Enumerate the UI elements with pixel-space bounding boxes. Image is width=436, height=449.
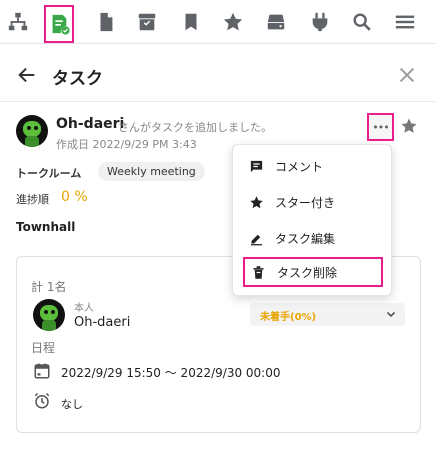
file-icon[interactable] — [92, 8, 120, 36]
delete-icon — [250, 264, 266, 280]
menu-item-label: タスク編集 — [275, 231, 336, 246]
room-chip[interactable]: Weekly meeting — [98, 162, 205, 181]
room-label: トークルーム — [16, 167, 82, 180]
menu-item-delete[interactable]: タスク削除 — [243, 257, 383, 287]
plugin-icon[interactable] — [306, 8, 334, 36]
alarm-icon — [34, 392, 50, 409]
assignee-avatar — [33, 299, 65, 331]
menu-item-label: コメント — [275, 159, 324, 174]
author-name[interactable]: Oh-daeri — [56, 116, 124, 132]
bookmark-icon[interactable] — [177, 8, 205, 36]
schedule-label: 日程 — [31, 341, 56, 355]
more-options-button[interactable]: ••• — [367, 113, 394, 141]
status-dropdown[interactable]: 未着手(0%) — [250, 303, 405, 326]
search-icon[interactable] — [348, 8, 376, 36]
author-avatar — [16, 115, 48, 147]
storage-icon[interactable] — [262, 8, 290, 36]
date-range: 2022/9/29 15:50 ～ 2022/9/30 00:00 — [61, 366, 281, 380]
more-options-menu: コメント スター付き タスク編集 タスク削除 — [232, 144, 392, 296]
back-arrow-icon[interactable] — [16, 64, 38, 86]
menu-item-label: タスク削除 — [277, 265, 338, 280]
progress-value: 0 % — [61, 189, 88, 205]
edit-icon — [248, 230, 264, 246]
star-icon[interactable] — [219, 8, 247, 36]
created-date: 作成日 2022/9/29 PM 3:43 — [56, 138, 197, 151]
action-text: さんがタスクを追加しました。 — [118, 121, 272, 134]
top-toolbar — [0, 0, 436, 44]
menu-item-edit[interactable]: タスク編集 — [243, 223, 383, 253]
page-title: タスク — [52, 69, 103, 89]
reminder-value: なし — [61, 398, 83, 411]
menu-item-comment[interactable]: コメント — [243, 151, 383, 181]
chevron-down-icon — [387, 312, 395, 317]
assignee-name: Oh-daeri — [74, 315, 131, 330]
progress-label: 進捗順 — [16, 193, 49, 206]
task-title: Townhall — [16, 220, 76, 234]
close-icon[interactable] — [396, 64, 418, 86]
assignee-role: 本人 — [74, 303, 94, 314]
org-chart-icon[interactable] — [4, 8, 32, 36]
comment-icon — [248, 158, 264, 174]
assignee-count: 計 1名 — [31, 280, 67, 294]
star-icon — [248, 194, 264, 210]
favorite-star-icon[interactable] — [400, 117, 418, 135]
panel-header: タスク — [0, 48, 436, 102]
menu-item-star[interactable]: スター付き — [243, 187, 383, 217]
menu-icon[interactable] — [391, 8, 419, 36]
status-value: 未着手(0%) — [260, 312, 317, 323]
menu-item-label: スター付き — [275, 195, 336, 210]
calendar-icon — [34, 363, 50, 379]
task-icon[interactable] — [44, 5, 74, 43]
archive-icon[interactable] — [133, 8, 161, 36]
